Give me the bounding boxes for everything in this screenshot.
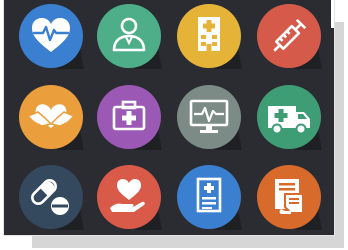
- heart-hands-icon: [19, 85, 84, 150]
- heart-pulse-tile: [18, 3, 84, 69]
- medical-report-tile: [176, 164, 242, 230]
- icon-panel: [4, 0, 334, 235]
- doctor-icon: [97, 4, 162, 69]
- pills-icon: [19, 165, 84, 230]
- medical-kit-tile: [96, 84, 162, 150]
- heart-hands-tile: [18, 84, 84, 150]
- hospital-building-tile: [176, 3, 242, 69]
- heart-pulse-icon: [19, 4, 84, 69]
- ecg-monitor-tile: [176, 84, 242, 150]
- clipboard-tablet-tile: [256, 164, 322, 230]
- syringe-tile: [256, 3, 322, 69]
- ambulance-tile: [256, 84, 322, 150]
- ambulance-icon: [257, 85, 322, 150]
- doctor-tile: [96, 3, 162, 69]
- hospital-building-icon: [177, 4, 242, 69]
- medical-report-icon: [177, 165, 242, 230]
- icon-sheet: [0, 0, 348, 250]
- pills-tile: [18, 164, 84, 230]
- medical-kit-icon: [97, 85, 162, 150]
- ecg-monitor-icon: [177, 85, 242, 150]
- heart-in-hand-icon: [97, 165, 162, 230]
- heart-in-hand-tile: [96, 164, 162, 230]
- syringe-icon: [257, 4, 322, 69]
- clipboard-tablet-icon: [257, 165, 322, 230]
